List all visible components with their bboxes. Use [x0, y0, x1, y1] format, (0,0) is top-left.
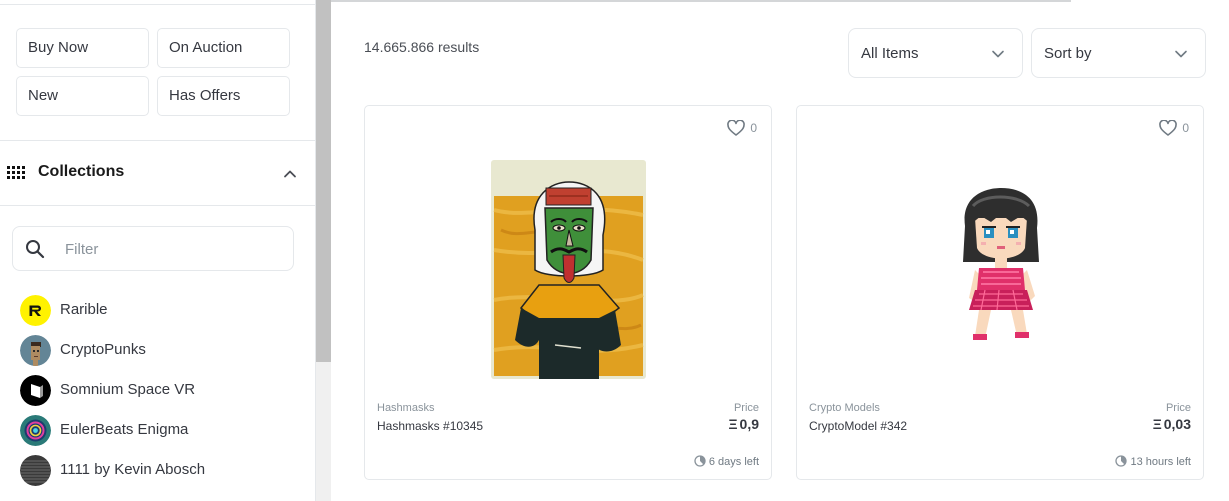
time-left-text: 13 hours left: [1130, 456, 1191, 468]
new-button[interactable]: New: [16, 76, 149, 116]
rarible-logo: [20, 295, 51, 326]
time-left-text: 6 days left: [708, 456, 759, 468]
card-price-label: Price: [1165, 402, 1191, 414]
hashmask-artwork[interactable]: [491, 160, 646, 379]
divider: [0, 4, 315, 5]
chevron-down-icon: [1175, 50, 1187, 58]
collection-item-label: Rarible: [60, 301, 108, 318]
eth-symbol: Ξ: [1152, 416, 1162, 432]
collection-item-1111-kevin-abosch[interactable]: 1111 by Kevin Abosch: [20, 455, 310, 487]
clock-icon: [1115, 455, 1128, 467]
has-offers-button[interactable]: Has Offers: [157, 76, 290, 116]
collection-item-rarible[interactable]: Rarible: [20, 295, 310, 327]
chevron-up-icon[interactable]: [282, 166, 298, 182]
card-collection-name[interactable]: Crypto Models: [809, 402, 880, 414]
collection-filter-input[interactable]: [65, 238, 275, 260]
collection-item-cryptopunks[interactable]: CryptoPunks: [20, 335, 310, 367]
dropdown-label: Sort by: [1044, 45, 1092, 62]
collection-item-label: Somnium Space VR: [60, 381, 196, 398]
on-auction-button[interactable]: On Auction: [157, 28, 290, 68]
favorite-count: 0: [1182, 121, 1189, 135]
buy-now-button[interactable]: Buy Now: [16, 28, 149, 68]
scrollbar-thumb[interactable]: [316, 0, 331, 362]
divider: [0, 205, 315, 206]
collection-item-eulerbeats-enigma[interactable]: EulerBeats Enigma: [20, 415, 310, 447]
collections-section-header[interactable]: Collections: [0, 141, 315, 205]
card-time-left: 13 hours left: [1115, 455, 1191, 468]
favorite-button[interactable]: 0: [1149, 120, 1189, 138]
cryptomodel-artwork[interactable]: [955, 186, 1047, 342]
chevron-down-icon: [992, 50, 1004, 58]
collection-item-label: CryptoPunks: [60, 341, 146, 358]
card-price-label: Price: [733, 402, 759, 414]
eulerbeats-logo: [20, 415, 51, 446]
favorite-button[interactable]: 0: [717, 120, 757, 138]
heart-icon: [727, 120, 745, 136]
collection-item-label: 1111 by Kevin Abosch: [60, 461, 206, 478]
favorite-count: 0: [750, 121, 757, 135]
dropdown-label: All Items: [861, 45, 919, 62]
search-icon: [26, 240, 45, 259]
collection-item-label: EulerBeats Enigma: [60, 421, 189, 438]
sort-by-dropdown[interactable]: Sort by: [1031, 28, 1206, 78]
card-time-left: 6 days left: [694, 455, 759, 468]
card-price-value: 0,9: [739, 416, 759, 432]
cryptopunks-avatar: [20, 335, 51, 366]
top-scroll-indicator: [331, 0, 1071, 2]
somnium-space-logo: [20, 375, 51, 406]
asset-results-area: 14.665.866 results All Items Sort by 0 H…: [331, 0, 1229, 501]
card-price: Ξ 0,03: [1153, 416, 1191, 432]
clock-icon: [694, 455, 706, 467]
card-asset-name[interactable]: CryptoModel #342: [809, 419, 907, 433]
collections-title: Collections: [38, 163, 125, 180]
result-count: 14.665.866 results: [364, 39, 480, 55]
asset-card[interactable]: 0: [364, 105, 772, 480]
kevin-abosch-avatar: [20, 455, 51, 486]
card-price: Ξ 0,9: [729, 416, 759, 432]
card-collection-name[interactable]: Hashmasks: [377, 402, 434, 414]
collection-item-somnium-space-vr[interactable]: Somnium Space VR: [20, 375, 310, 407]
filter-sidebar: Buy Now On Auction New Has Offers Collec…: [0, 0, 316, 501]
sidebar-scrollbar[interactable]: [316, 0, 331, 501]
asset-card[interactable]: 0: [796, 105, 1204, 480]
eth-symbol: Ξ: [728, 416, 738, 432]
heart-icon: [1159, 120, 1177, 136]
items-filter-dropdown[interactable]: All Items: [848, 28, 1023, 78]
grid-icon: [7, 166, 25, 180]
card-asset-name[interactable]: Hashmasks #10345: [377, 419, 483, 433]
card-price-value: 0,03: [1163, 416, 1191, 432]
collection-filter-box: [12, 226, 294, 271]
